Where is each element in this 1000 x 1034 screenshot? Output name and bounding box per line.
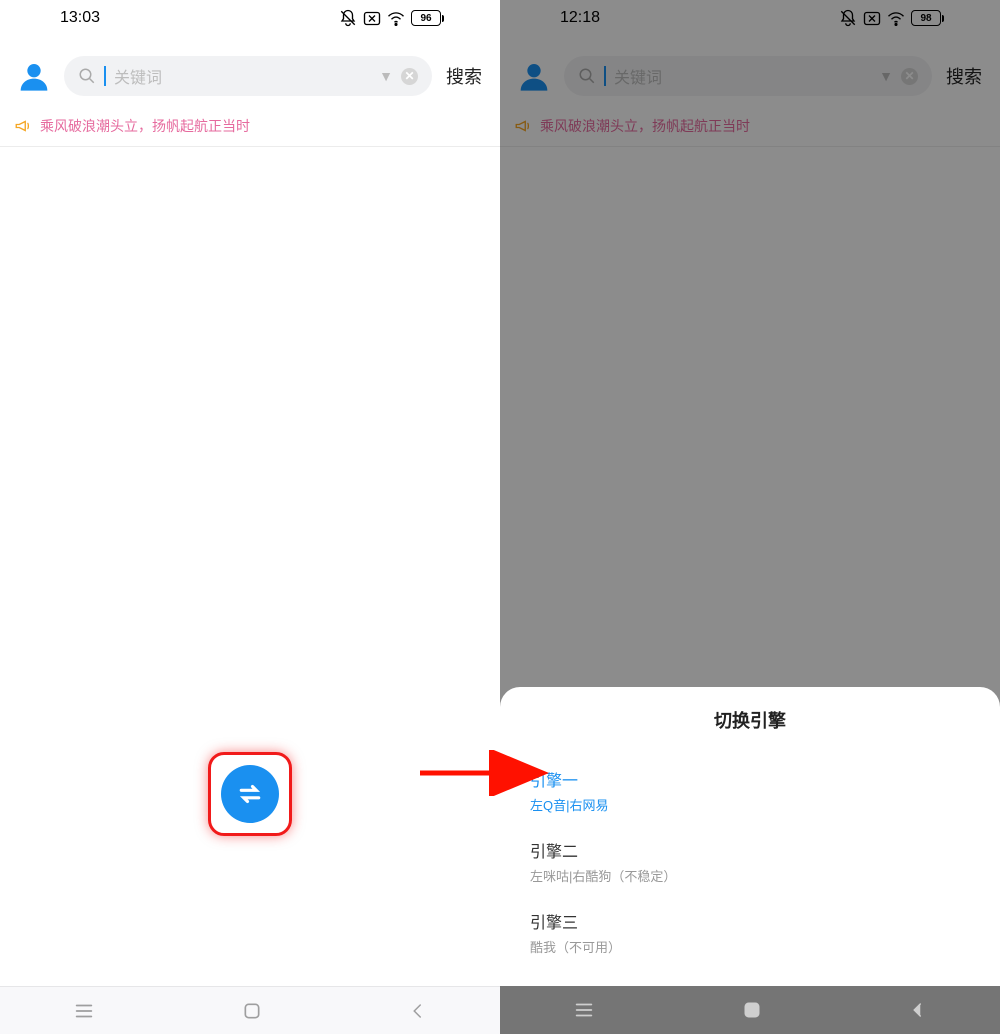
swap-engine-button[interactable] [221, 765, 279, 823]
chevron-down-icon[interactable]: ▼ [879, 68, 893, 84]
status-bar: 13:03 96 [0, 0, 500, 36]
battery-level: 98 [920, 13, 931, 24]
clear-icon[interactable]: ✕ [901, 68, 918, 85]
nav-recent-icon[interactable] [573, 999, 595, 1021]
engine-option-3[interactable]: 引擎三 酷我（不可用） [524, 897, 976, 968]
search-placeholder: 关键词 [114, 64, 371, 88]
system-nav-bar [500, 986, 1000, 1034]
sheet-title: 切换引擎 [524, 707, 976, 733]
status-time: 13:03 [60, 9, 100, 27]
status-icons: 96 [339, 9, 444, 27]
engine-desc: 酷我（不可用） [530, 937, 970, 956]
announcement-text: 乘风破浪潮头立，扬帆起航正当时 [40, 116, 250, 136]
profile-icon[interactable] [18, 60, 50, 92]
swap-icon [235, 779, 265, 809]
search-input[interactable]: 关键词 ▼ ✕ [64, 56, 432, 96]
swap-engine-button-highlight [208, 752, 292, 836]
nav-home-icon[interactable] [742, 1000, 762, 1020]
clear-icon[interactable]: ✕ [401, 68, 418, 85]
engine-name: 引擎三 [530, 909, 970, 933]
search-button[interactable]: 搜索 [446, 63, 482, 89]
megaphone-icon [14, 117, 32, 135]
mute-icon [839, 9, 857, 27]
battery-indicator: 98 [911, 10, 944, 26]
phone-right: 12:18 98 关键词 ▼ ✕ 搜索 [500, 0, 1000, 1034]
close-box-icon [363, 11, 381, 26]
content-area [0, 147, 500, 986]
search-button[interactable]: 搜索 [946, 63, 982, 89]
engine-name: 引擎一 [530, 767, 970, 791]
close-box-icon [863, 11, 881, 26]
wifi-icon [387, 11, 405, 26]
search-icon [78, 67, 96, 85]
tutorial-arrow [414, 750, 554, 796]
text-cursor [604, 66, 606, 86]
announcement-bar[interactable]: 乘风破浪潮头立，扬帆起航正当时 [500, 110, 1000, 147]
announcement-bar[interactable]: 乘风破浪潮头立，扬帆起航正当时 [0, 110, 500, 147]
search-icon [578, 67, 596, 85]
mute-icon [339, 9, 357, 27]
search-input[interactable]: 关键词 ▼ ✕ [564, 56, 932, 96]
search-row: 关键词 ▼ ✕ 搜索 [500, 36, 1000, 110]
text-cursor [104, 66, 106, 86]
engine-name: 引擎二 [530, 838, 970, 862]
search-row: 关键词 ▼ ✕ 搜索 [0, 36, 500, 110]
wifi-icon [887, 11, 905, 26]
nav-home-icon[interactable] [242, 1001, 262, 1021]
chevron-down-icon[interactable]: ▼ [379, 68, 393, 84]
nav-back-icon[interactable] [909, 1000, 927, 1020]
nav-recent-icon[interactable] [73, 1000, 95, 1022]
engine-switch-sheet: 切换引擎 引擎一 左Q音|右网易 引擎二 左咪咕|右酷狗（不稳定） 引擎三 酷我… [500, 687, 1000, 986]
search-placeholder: 关键词 [614, 64, 871, 88]
status-icons: 98 [839, 9, 944, 27]
engine-desc: 左Q音|右网易 [530, 795, 970, 814]
status-time: 12:18 [560, 9, 600, 27]
engine-desc: 左咪咕|右酷狗（不稳定） [530, 866, 970, 885]
status-bar: 12:18 98 [500, 0, 1000, 36]
announcement-text: 乘风破浪潮头立，扬帆起航正当时 [540, 116, 750, 136]
megaphone-icon [514, 117, 532, 135]
engine-option-2[interactable]: 引擎二 左咪咕|右酷狗（不稳定） [524, 826, 976, 897]
profile-icon[interactable] [518, 60, 550, 92]
engine-option-1[interactable]: 引擎一 左Q音|右网易 [524, 755, 976, 826]
app-body: 关键词 ▼ ✕ 搜索 乘风破浪潮头立，扬帆起航正当时 [0, 36, 500, 986]
battery-indicator: 96 [411, 10, 444, 26]
phone-left: 13:03 96 关键词 ▼ ✕ 搜索 [0, 0, 500, 1034]
nav-back-icon[interactable] [409, 1001, 427, 1021]
system-nav-bar [0, 986, 500, 1034]
battery-level: 96 [420, 13, 431, 24]
